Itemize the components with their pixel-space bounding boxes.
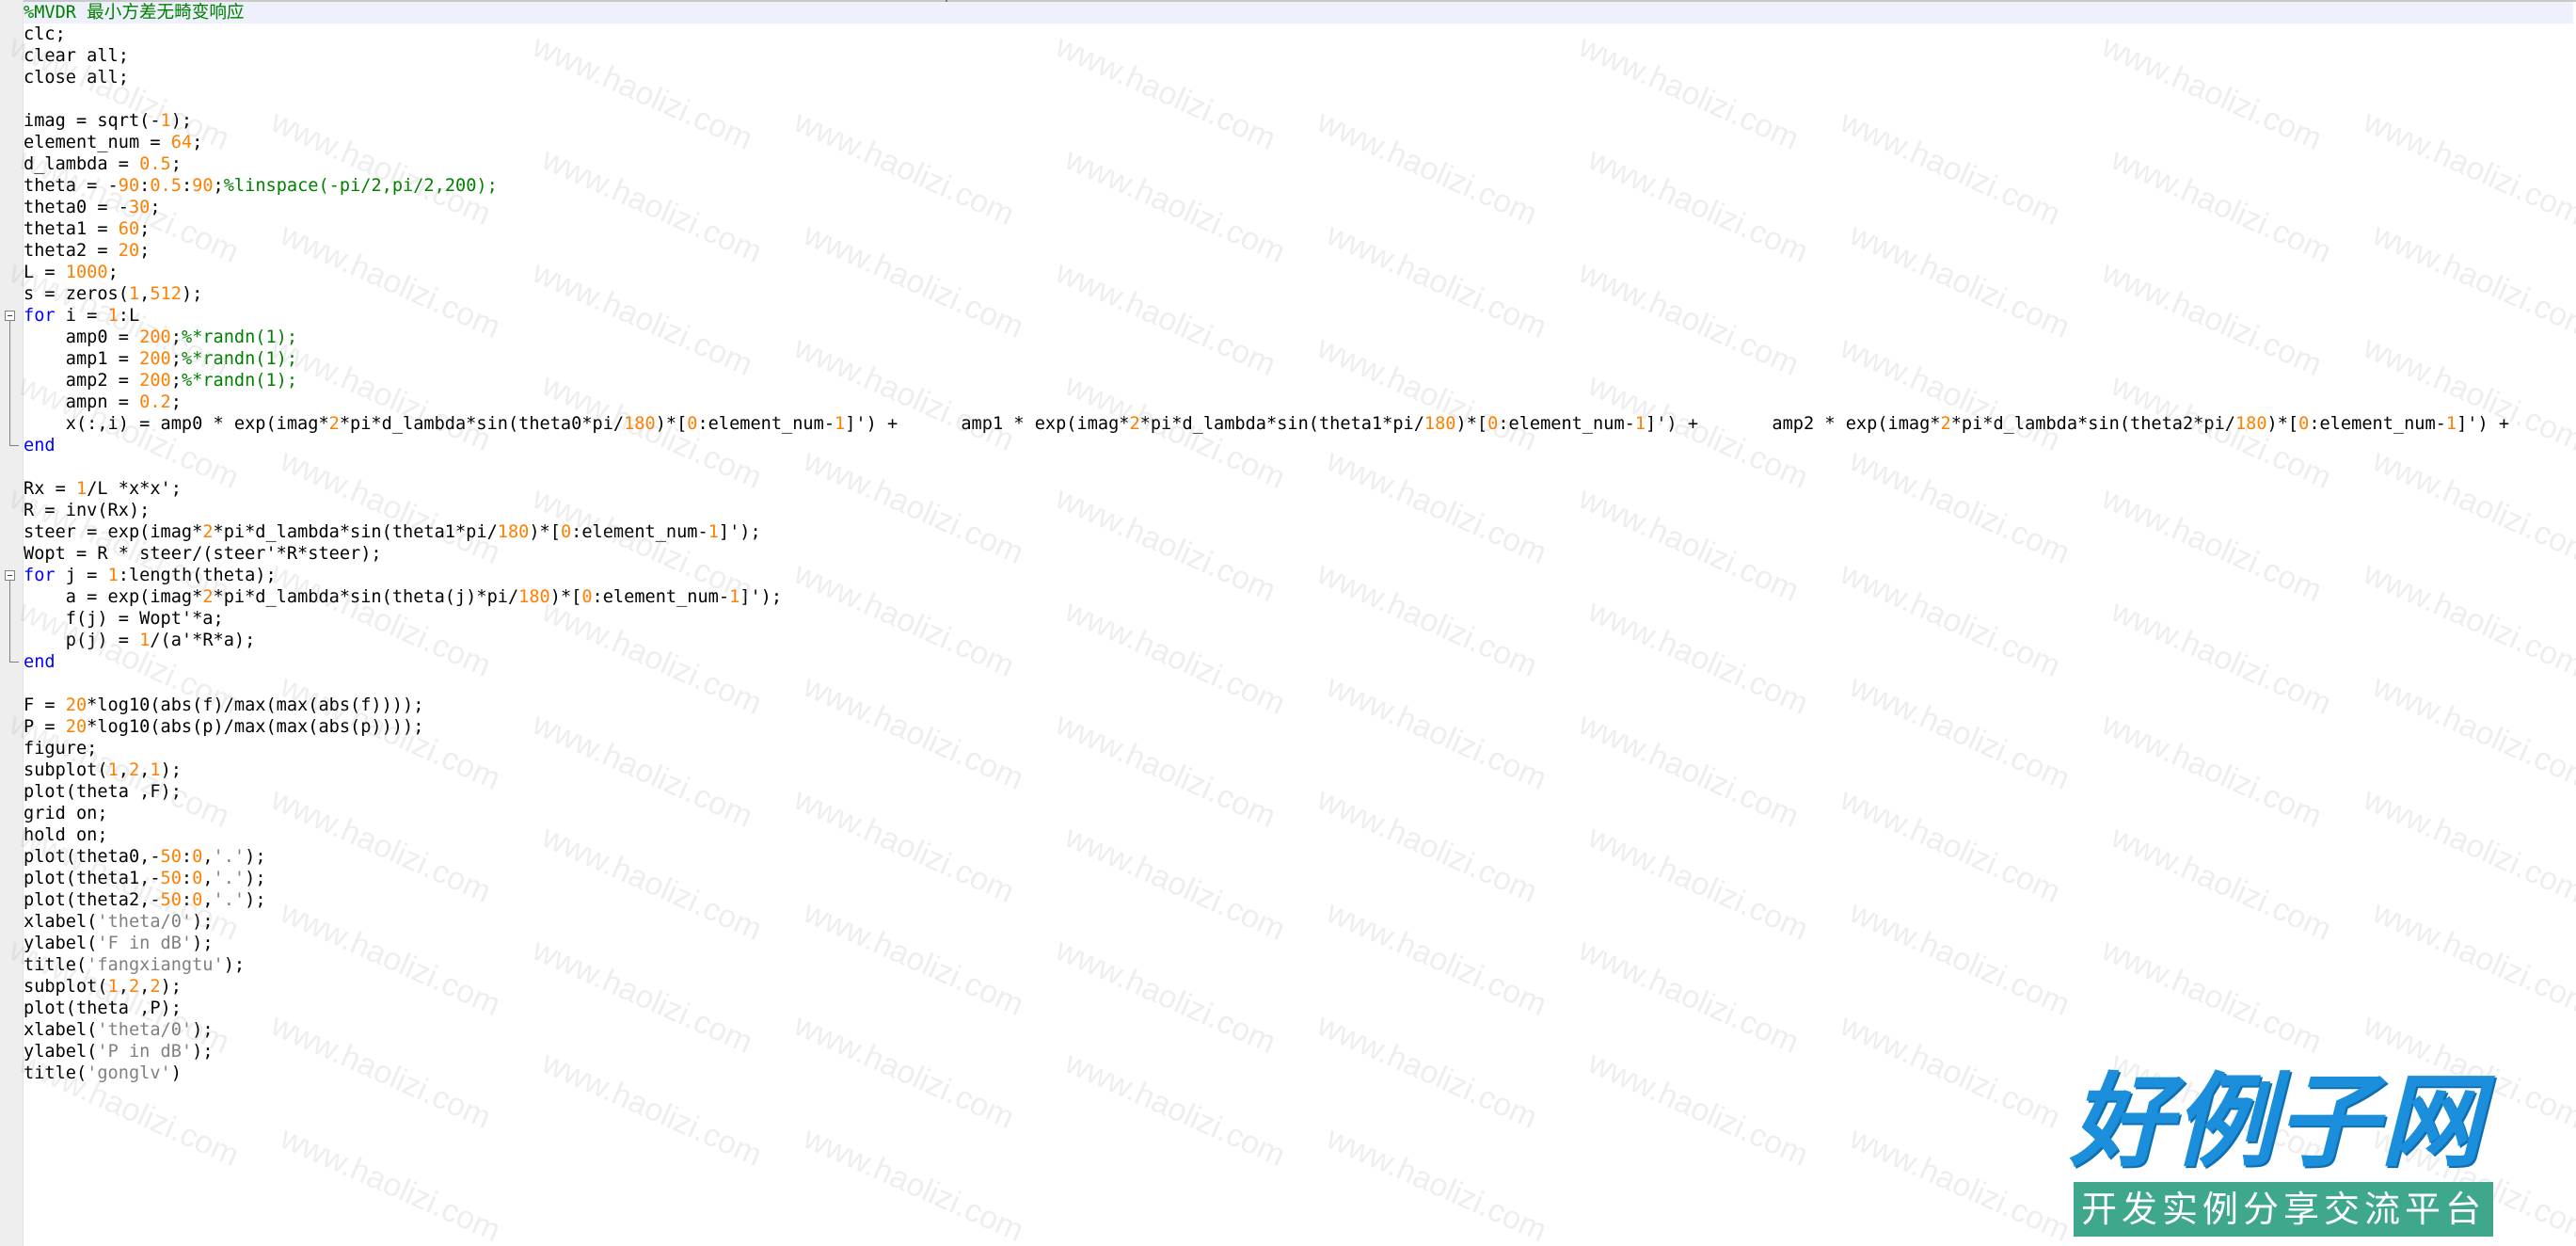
code-line[interactable]: plot(theta ,F); (24, 781, 2573, 803)
code-line[interactable]: L = 1000; (24, 262, 2573, 283)
code-line[interactable]: end (24, 435, 2573, 456)
logo-title: 好例子网 (2070, 1063, 2485, 1181)
code-line[interactable]: a = exp(imag*2*pi*d_lambda*sin(theta(j)*… (24, 586, 2573, 608)
logo-subtitle: 开发实例分享交流平台 (2074, 1182, 2493, 1237)
code-line[interactable]: ylabel('P in dB'); (24, 1041, 2573, 1062)
code-line[interactable]: plot(theta0,-50:0,'.'); (24, 846, 2573, 868)
code-line[interactable]: clc; (24, 24, 2573, 45)
code-line[interactable]: s = zeros(1,512); (24, 283, 2573, 305)
code-line[interactable]: subplot(1,2,1); (24, 759, 2573, 781)
code-line[interactable]: for j = 1:length(theta); (24, 565, 2573, 586)
code-line[interactable]: x(:,i) = amp0 * exp(imag*2*pi*d_lambda*s… (24, 413, 2573, 435)
code-editor[interactable]: %MVDR 最小方差无畸变响应 clc; clear all; close all; i… (0, 0, 2576, 1246)
code-text-area[interactable]: %MVDR 最小方差无畸变响应 clc; clear all; close all; i… (24, 2, 2573, 1084)
code-line[interactable]: imag = sqrt(-1); (24, 110, 2573, 132)
code-line[interactable]: amp2 = 200;%*randn(1); (24, 370, 2573, 391)
code-line[interactable]: theta2 = 20; (24, 240, 2573, 262)
code-line[interactable]: R = inv(Rx); (24, 500, 2573, 521)
watermark-text: www.haolizi.com (798, 1120, 1029, 1246)
code-line[interactable]: amp0 = 200;%*randn(1); (24, 327, 2573, 348)
code-line[interactable]: hold on; (24, 824, 2573, 846)
code-line[interactable]: grid on; (24, 803, 2573, 824)
code-line[interactable]: ylabel('F in dB'); (24, 933, 2573, 954)
code-line[interactable]: F = 20*log10(abs(f)/max(max(abs(f)))); (24, 695, 2573, 716)
code-line[interactable]: xlabel('theta/0'); (24, 911, 2573, 933)
code-line[interactable]: title('fangxiangtu'); (24, 954, 2573, 976)
watermark-text: www.haolizi.com (1321, 1120, 1552, 1246)
fold-range-line (9, 581, 10, 662)
code-line[interactable]: steer = exp(imag*2*pi*d_lambda*sin(theta… (24, 521, 2573, 543)
code-line[interactable]: subplot(1,2,2); (24, 976, 2573, 998)
fold-end-tick (9, 662, 19, 663)
fold-toggle-icon[interactable] (5, 570, 15, 581)
code-line[interactable]: Rx = 1/L *x*x'; (24, 478, 2573, 500)
code-line[interactable]: theta0 = -30; (24, 197, 2573, 218)
code-line[interactable]: f(j) = Wopt'*a; (24, 608, 2573, 630)
code-line[interactable]: close all; (24, 67, 2573, 88)
code-line[interactable]: d_lambda = 0.5; (24, 153, 2573, 175)
code-line[interactable]: xlabel('theta/0'); (24, 1019, 2573, 1041)
watermark-text: www.haolizi.com (1844, 1120, 2075, 1246)
code-line[interactable]: element_num = 64; (24, 132, 2573, 153)
code-line[interactable]: for i = 1:L (24, 305, 2573, 327)
fold-gutter[interactable] (0, 0, 24, 1246)
code-line[interactable]: theta1 = 60; (24, 218, 2573, 240)
code-line[interactable]: end (24, 651, 2573, 673)
watermark-text: www.haolizi.com (275, 1120, 506, 1246)
fold-toggle-icon[interactable] (5, 311, 15, 321)
code-line[interactable]: ampn = 0.2; (24, 391, 2573, 413)
code-line[interactable]: plot(theta2,-50:0,'.'); (24, 889, 2573, 911)
code-line[interactable]: plot(theta ,P); (24, 998, 2573, 1019)
code-line[interactable]: P = 20*log10(abs(p)/max(max(abs(p)))); (24, 716, 2573, 738)
code-line[interactable]: clear all; (24, 45, 2573, 67)
fold-end-tick (9, 445, 19, 446)
fold-range-line (9, 321, 10, 445)
code-line[interactable] (24, 673, 2573, 695)
code-line[interactable] (24, 456, 2573, 478)
code-line[interactable]: plot(theta1,-50:0,'.'); (24, 868, 2573, 889)
code-line[interactable]: theta = -90:0.5:90;%linspace(-pi/2,pi/2,… (24, 175, 2573, 197)
site-logo: 好例子网 开发实例分享交流平台 (2070, 1063, 2493, 1237)
code-line[interactable]: amp1 = 200;%*randn(1); (24, 348, 2573, 370)
code-line[interactable] (24, 88, 2573, 110)
code-line[interactable]: p(j) = 1/(a'*R*a); (24, 630, 2573, 651)
code-line[interactable]: figure; (24, 738, 2573, 759)
code-line[interactable]: Wopt = R * steer/(steer'*R*steer); (24, 543, 2573, 565)
code-line[interactable]: %MVDR 最小方差无畸变响应 (24, 2, 2573, 24)
